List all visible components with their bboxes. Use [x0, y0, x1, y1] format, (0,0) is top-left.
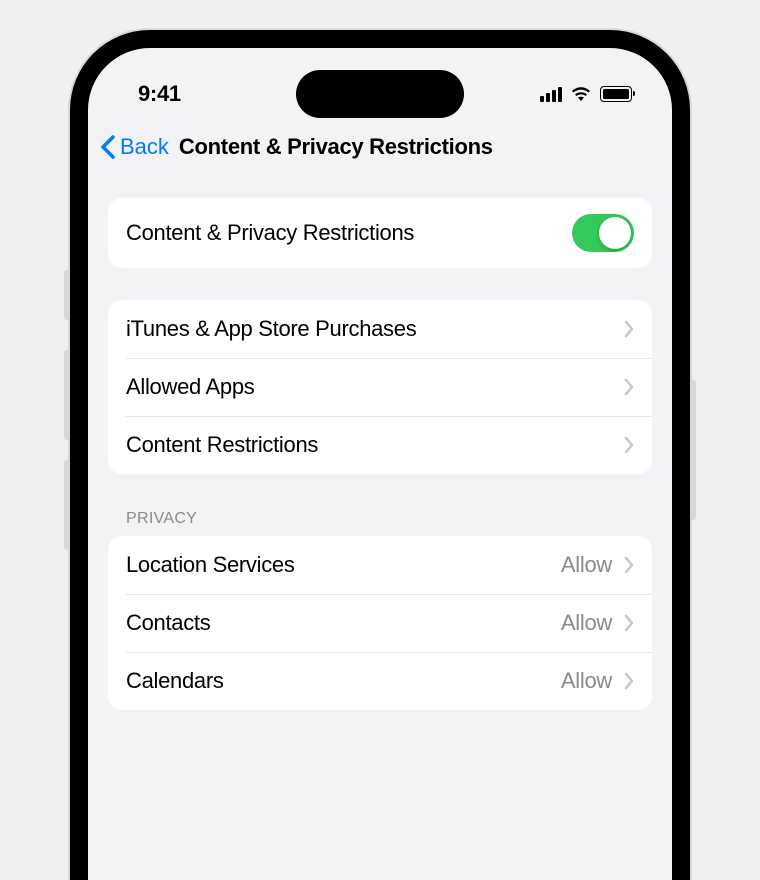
toggle-knob [599, 217, 631, 249]
back-button[interactable]: Back [100, 134, 169, 160]
toggle-group: Content & Privacy Restrictions [108, 198, 652, 268]
status-time: 9:41 [138, 81, 181, 107]
chevron-right-icon [624, 672, 634, 690]
chevron-right-icon [624, 556, 634, 574]
back-label: Back [120, 134, 169, 160]
row-label: Allowed Apps [126, 374, 255, 400]
row-label: Content Restrictions [126, 432, 318, 458]
row-value: Allow [561, 552, 612, 578]
wifi-icon [570, 86, 592, 102]
screen: 9:41 Back Content & Privacy Restrictions [88, 48, 672, 880]
side-button [64, 270, 70, 320]
toggle-switch[interactable] [572, 214, 634, 252]
main-group: iTunes & App Store Purchases Allowed App… [108, 300, 652, 474]
location-services-row[interactable]: Location Services Allow [108, 536, 652, 594]
status-icons [540, 86, 632, 102]
nav-bar: Back Content & Privacy Restrictions [88, 118, 672, 176]
chevron-left-icon [100, 135, 116, 159]
privacy-header: Privacy [108, 510, 652, 536]
row-label: Calendars [126, 668, 224, 694]
chevron-right-icon [624, 320, 634, 338]
allowed-apps-row[interactable]: Allowed Apps [108, 358, 652, 416]
battery-icon [600, 86, 632, 102]
chevron-right-icon [624, 436, 634, 454]
itunes-app-store-row[interactable]: iTunes & App Store Purchases [108, 300, 652, 358]
dynamic-island [296, 70, 464, 118]
calendars-row[interactable]: Calendars Allow [108, 652, 652, 710]
row-label: Location Services [126, 552, 295, 578]
content-privacy-toggle-row[interactable]: Content & Privacy Restrictions [108, 198, 652, 268]
cellular-signal-icon [540, 86, 562, 102]
privacy-group: Location Services Allow Contacts Allow [108, 536, 652, 710]
settings-content: Content & Privacy Restrictions iTunes & … [88, 198, 672, 710]
contacts-row[interactable]: Contacts Allow [108, 594, 652, 652]
chevron-right-icon [624, 614, 634, 632]
side-button [64, 350, 70, 440]
content-restrictions-row[interactable]: Content Restrictions [108, 416, 652, 474]
phone-frame: 9:41 Back Content & Privacy Restrictions [70, 30, 690, 880]
row-label: iTunes & App Store Purchases [126, 316, 416, 342]
row-label: Content & Privacy Restrictions [126, 220, 414, 246]
row-value: Allow [561, 610, 612, 636]
side-button [690, 380, 696, 520]
side-button [64, 460, 70, 550]
chevron-right-icon [624, 378, 634, 396]
row-value: Allow [561, 668, 612, 694]
page-title: Content & Privacy Restrictions [179, 134, 493, 160]
row-label: Contacts [126, 610, 210, 636]
